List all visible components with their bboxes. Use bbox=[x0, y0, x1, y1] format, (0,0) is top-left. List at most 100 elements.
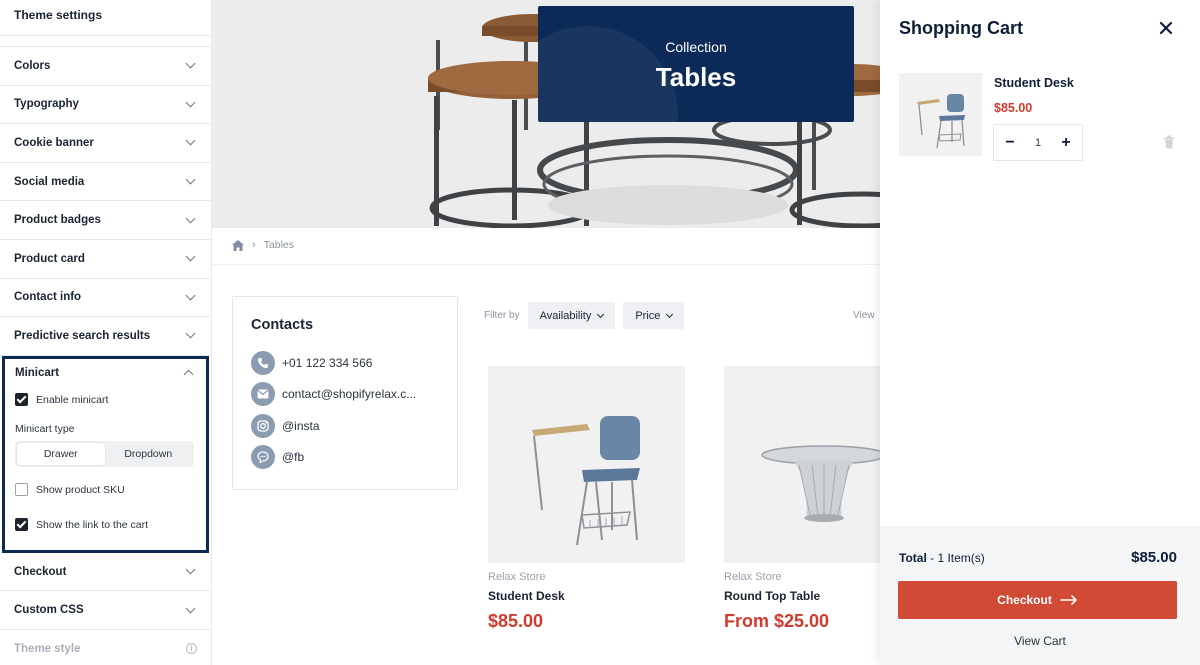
view-cart-link[interactable]: View Cart bbox=[880, 634, 1200, 648]
chevron-down-icon bbox=[666, 310, 674, 318]
product-name[interactable]: Student Desk bbox=[488, 589, 685, 603]
close-icon[interactable] bbox=[1157, 19, 1175, 37]
section-custom-css[interactable]: Custom CSS bbox=[0, 591, 211, 630]
total-row: Total - 1 Item(s) $85.00 bbox=[899, 549, 1177, 566]
mail-icon bbox=[251, 382, 275, 407]
show-cart-link-checkbox[interactable] bbox=[15, 518, 28, 532]
chevron-down-icon bbox=[185, 174, 196, 185]
checkout-button[interactable]: Checkout bbox=[898, 581, 1177, 619]
chat-icon bbox=[251, 445, 275, 470]
app-root: Theme settings Colors Typography Cookie … bbox=[0, 0, 1200, 665]
collection-banner: Collection Tables bbox=[212, 0, 880, 228]
chevron-up-icon bbox=[183, 369, 194, 380]
minicart-type-selector: Drawer Dropdown bbox=[15, 440, 194, 467]
collection-title: Tables bbox=[655, 62, 737, 92]
round-table-image bbox=[761, 444, 880, 522]
breadcrumb: › Tables bbox=[232, 239, 294, 251]
product-price: From $25.00 bbox=[724, 611, 830, 631]
show-sku-option[interactable]: Show product SKU bbox=[15, 479, 196, 501]
contact-facebook[interactable]: @fb bbox=[251, 442, 439, 474]
price-filter-button[interactable]: Price bbox=[623, 302, 685, 329]
collection-title-box: Collection Tables bbox=[538, 6, 854, 122]
chevron-down-icon bbox=[185, 290, 196, 301]
minicart-header[interactable]: Minicart bbox=[15, 361, 196, 385]
quantity-value[interactable]: 1 bbox=[1035, 137, 1041, 149]
section-label: Theme style bbox=[14, 642, 81, 655]
total-value: $85.00 bbox=[1131, 549, 1177, 566]
home-icon[interactable] bbox=[232, 239, 244, 251]
chevron-right-icon: › bbox=[252, 239, 256, 251]
chevron-down-icon bbox=[185, 213, 196, 224]
enable-minicart-checkbox[interactable] bbox=[15, 393, 28, 407]
show-sku-checkbox[interactable] bbox=[15, 483, 28, 497]
total-label: Total - 1 Item(s) bbox=[899, 551, 985, 565]
section-label: Contact info bbox=[14, 291, 82, 304]
minicart-type-drawer[interactable]: Drawer bbox=[17, 442, 105, 465]
product-vendor: Relax Store bbox=[724, 571, 782, 583]
section-label: Colors bbox=[14, 59, 51, 72]
section-label: Custom CSS bbox=[14, 604, 84, 617]
product-card-round-top-table[interactable]: Relax Store Round Top Table From $25.00 bbox=[724, 366, 880, 632]
product-image[interactable] bbox=[488, 366, 685, 563]
availability-filter-button[interactable]: Availability bbox=[527, 302, 616, 329]
chevron-down-icon bbox=[597, 310, 605, 318]
contact-text: contact@shopifyrelax.c... bbox=[282, 387, 417, 402]
section-contact-info[interactable]: Contact info bbox=[0, 279, 211, 318]
section-typography[interactable]: Typography bbox=[0, 86, 211, 125]
minicart-section: Minicart Enable minicart Minicart type D… bbox=[2, 355, 209, 553]
cart-item-image[interactable] bbox=[899, 73, 982, 156]
section-colors[interactable]: Colors bbox=[0, 47, 211, 86]
option-label: Enable minicart bbox=[36, 393, 109, 406]
chevron-down-icon bbox=[185, 58, 196, 69]
chevron-down-icon bbox=[185, 564, 196, 575]
cart-item-name[interactable]: Student Desk bbox=[994, 76, 1074, 90]
trash-icon[interactable] bbox=[1163, 135, 1175, 149]
breadcrumb-current: Tables bbox=[263, 239, 295, 251]
product-image[interactable] bbox=[724, 366, 880, 563]
product-price: $85.00 bbox=[488, 611, 544, 631]
product-vendor: Relax Store bbox=[488, 571, 546, 583]
section-label: Checkout bbox=[14, 565, 67, 578]
student-desk-thumbnail bbox=[916, 93, 965, 148]
minicart-type-dropdown[interactable]: Dropdown bbox=[105, 443, 193, 465]
filter-bar: Filter by Availability Price bbox=[484, 302, 685, 329]
section-label: Minicart bbox=[15, 366, 60, 379]
show-cart-link-option[interactable]: Show the link to the cart bbox=[15, 514, 196, 536]
section-predictive-search[interactable]: Predictive search results bbox=[0, 317, 211, 356]
section-label: Product badges bbox=[14, 214, 101, 227]
section-product-badges[interactable]: Product badges bbox=[0, 201, 211, 240]
total-title: Total bbox=[899, 550, 927, 565]
section-label: Cookie banner bbox=[14, 136, 94, 149]
section-label: Predictive search results bbox=[14, 329, 151, 342]
phone-icon bbox=[251, 350, 275, 375]
collection-subtitle: Collection bbox=[665, 39, 727, 55]
contact-email[interactable]: contact@shopifyrelax.c... bbox=[251, 379, 439, 411]
contact-instagram[interactable]: @insta bbox=[251, 410, 439, 442]
filter-button-label: Availability bbox=[539, 309, 592, 322]
decrease-quantity-button[interactable]: − bbox=[1003, 134, 1017, 152]
section-cookie-banner[interactable]: Cookie banner bbox=[0, 124, 211, 163]
product-card-student-desk[interactable]: Relax Store Student Desk $85.00 bbox=[488, 366, 685, 632]
store-preview: Collection Tables › Tables Contacts +01 … bbox=[212, 0, 880, 665]
increase-quantity-button[interactable]: + bbox=[1059, 134, 1073, 152]
contact-text: @insta bbox=[282, 418, 320, 433]
student-desk-image bbox=[531, 415, 640, 545]
chevron-down-icon bbox=[185, 136, 196, 146]
chevron-down-icon bbox=[185, 329, 196, 339]
product-name[interactable]: Round Top Table bbox=[724, 589, 880, 603]
contacts-title: Contacts bbox=[251, 317, 314, 333]
instagram-icon bbox=[251, 413, 275, 438]
view-label: View bbox=[853, 310, 875, 321]
section-product-card[interactable]: Product card bbox=[0, 240, 211, 279]
cart-title: Shopping Cart bbox=[899, 18, 1023, 38]
arrow-right-icon bbox=[1060, 595, 1077, 605]
chevron-down-icon bbox=[185, 603, 196, 614]
section-label: Social media bbox=[14, 175, 85, 188]
section-social-media[interactable]: Social media bbox=[0, 163, 211, 202]
quantity-stepper: − 1 + bbox=[993, 124, 1083, 161]
section-checkout[interactable]: Checkout bbox=[0, 553, 211, 592]
section-theme-style[interactable]: Theme style i bbox=[0, 630, 211, 665]
shopping-cart-drawer: Shopping Cart Student Desk $85.00 − 1 + … bbox=[880, 0, 1200, 665]
enable-minicart-option[interactable]: Enable minicart bbox=[15, 389, 196, 411]
contact-phone[interactable]: +01 122 334 566 bbox=[251, 347, 439, 379]
